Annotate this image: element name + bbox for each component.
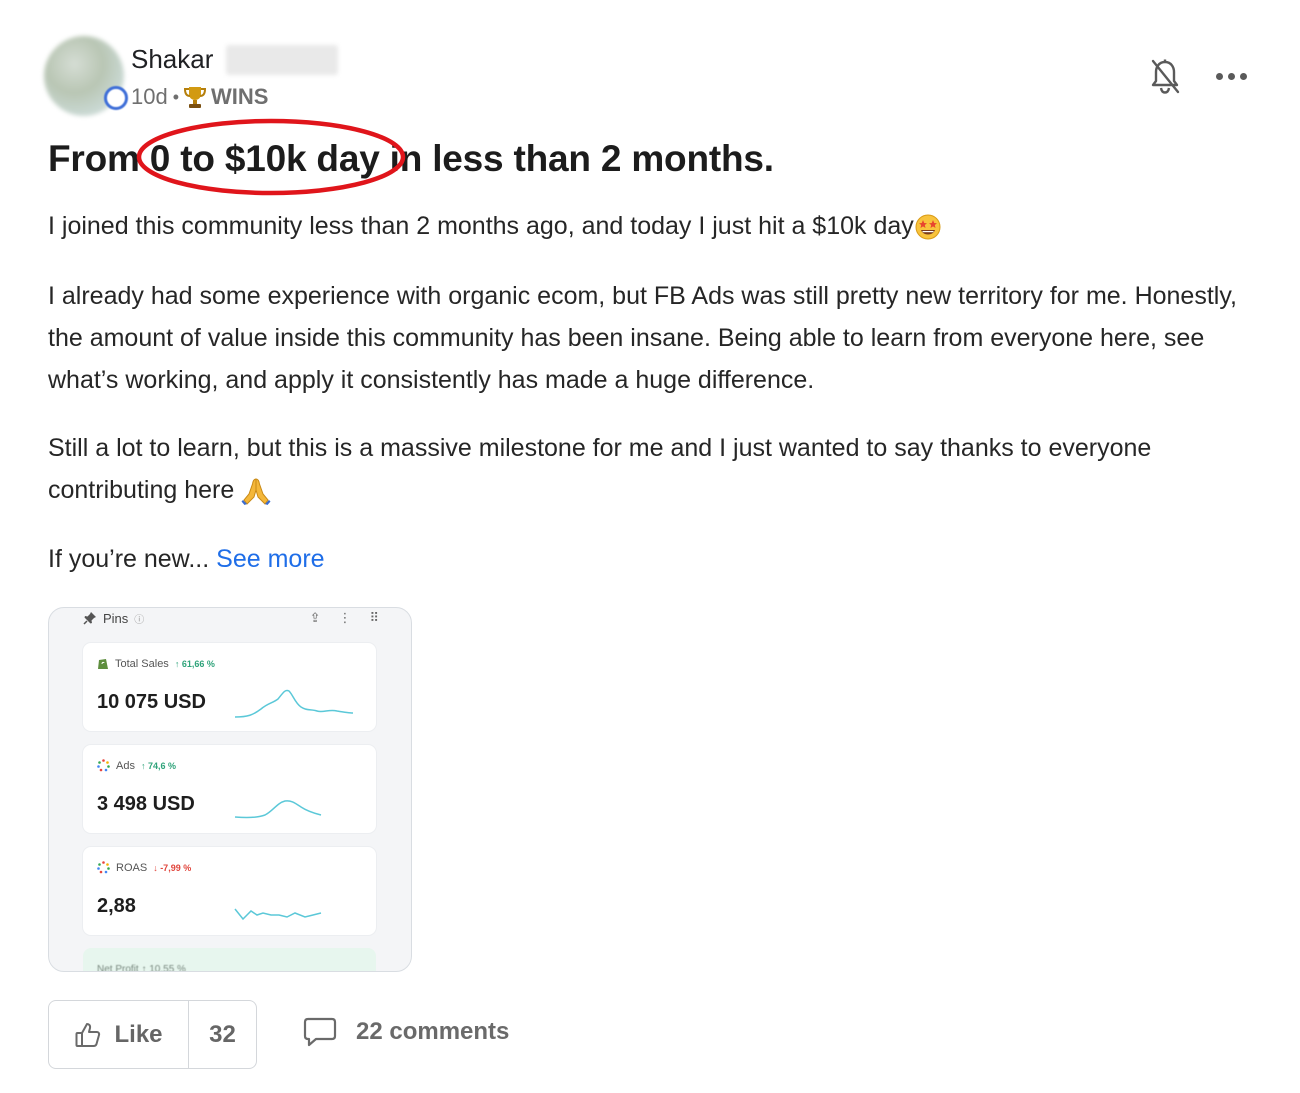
metric-label: Net Profit ↑ 10,55 % xyxy=(97,964,186,972)
thumbs-up-icon xyxy=(75,1022,101,1047)
metric-card-roas: ROAS ↓ -7,99 % 2,88 xyxy=(83,847,376,935)
metric-value: 2,88 xyxy=(97,895,136,917)
sparkline-chart xyxy=(234,800,322,819)
metric-card-total-sales: Total Sales ↑ 61,66 % 10 075 USD xyxy=(83,643,376,731)
metric-card-header: Ads ↑ 74,6 % xyxy=(97,759,176,772)
avatar[interactable] xyxy=(44,36,128,120)
metric-value: 10 075 USD xyxy=(97,691,206,713)
meta-separator: • xyxy=(172,86,180,107)
star-struck-emoji xyxy=(915,214,941,240)
metric-card-header: ROAS ↓ -7,99 % xyxy=(97,861,191,874)
more-dot xyxy=(1228,72,1235,80)
paragraph-text: I joined this community less than 2 mont… xyxy=(48,212,914,240)
sparkline-chart xyxy=(234,908,322,921)
pins-header: Pins ⓘ ⇪ ⋮ ⠿ xyxy=(83,608,379,628)
comments-button[interactable]: 22 comments xyxy=(302,1016,509,1048)
metric-value: 3 498 USD xyxy=(97,793,195,815)
metric-label: Ads xyxy=(116,759,135,772)
author-name[interactable]: Shakar xyxy=(131,44,213,75)
bell-off-icon[interactable] xyxy=(1148,58,1182,96)
trophy-icon xyxy=(184,87,207,108)
comment-icon xyxy=(303,1017,337,1047)
post-age: 10d xyxy=(131,84,168,109)
post-meta: 10d • WINS xyxy=(131,84,268,110)
metric-card-ads: Ads ↑ 74,6 % 3 498 USD xyxy=(83,745,376,833)
pin-icon xyxy=(83,612,96,625)
like-action[interactable]: Like xyxy=(49,1001,189,1068)
more-dot xyxy=(1240,72,1247,80)
metric-change: ↑ 61,66 % xyxy=(174,658,215,669)
attachment-image[interactable]: Pins ⓘ ⇪ ⋮ ⠿ Total Sales ↑ 61,66 % 10 07… xyxy=(48,607,412,972)
highlight-ellipse xyxy=(136,118,406,196)
like-button[interactable]: Like 32 xyxy=(48,1000,257,1069)
paragraph-text: If you’re new... xyxy=(48,545,210,573)
pins-toolbar: ⇪ ⋮ ⠿ xyxy=(310,610,379,626)
pins-label: Pins xyxy=(103,610,129,626)
see-more-link[interactable]: See more xyxy=(216,545,324,573)
metric-change: ↑ 74,6 % xyxy=(140,760,176,771)
sparkline-chart xyxy=(234,689,354,718)
post-category[interactable]: WINS xyxy=(211,84,268,110)
metric-card-header: Total Sales ↑ 61,66 % xyxy=(97,657,215,670)
post-paragraph: I joined this community less than 2 mont… xyxy=(48,205,1268,247)
ads-icon xyxy=(97,759,110,772)
more-icon[interactable] xyxy=(1216,70,1250,82)
grip-icon: ⠿ xyxy=(369,610,379,625)
folded-hands-emoji xyxy=(241,478,271,506)
post-paragraph: Still a lot to learn, but this is a mass… xyxy=(48,427,1268,511)
metric-change: ↓ -7,99 % xyxy=(153,862,192,873)
like-label: Like xyxy=(114,1020,163,1048)
metric-label: ROAS xyxy=(116,861,148,874)
paragraph-text: Still a lot to learn, but this is a mass… xyxy=(48,434,1152,504)
post-paragraph: If you’re new... See more xyxy=(48,538,1268,580)
kebab-icon: ⋮ xyxy=(338,610,352,625)
share-icon: ⇪ xyxy=(309,610,321,625)
metric-label: Total Sales xyxy=(115,657,169,670)
shopify-icon xyxy=(98,659,108,669)
avatar-status-ring xyxy=(104,86,128,110)
info-icon: ⓘ xyxy=(134,614,145,626)
comments-label: 22 comments xyxy=(356,1018,510,1045)
metric-card-net-profit: Net Profit ↑ 10,55 % xyxy=(83,948,376,972)
like-count[interactable]: 32 xyxy=(189,1001,256,1068)
more-dot xyxy=(1216,72,1223,80)
roas-icon xyxy=(97,861,110,874)
post-paragraph: I already had some experience with organ… xyxy=(48,282,1237,394)
author-surname-redacted xyxy=(226,45,338,75)
